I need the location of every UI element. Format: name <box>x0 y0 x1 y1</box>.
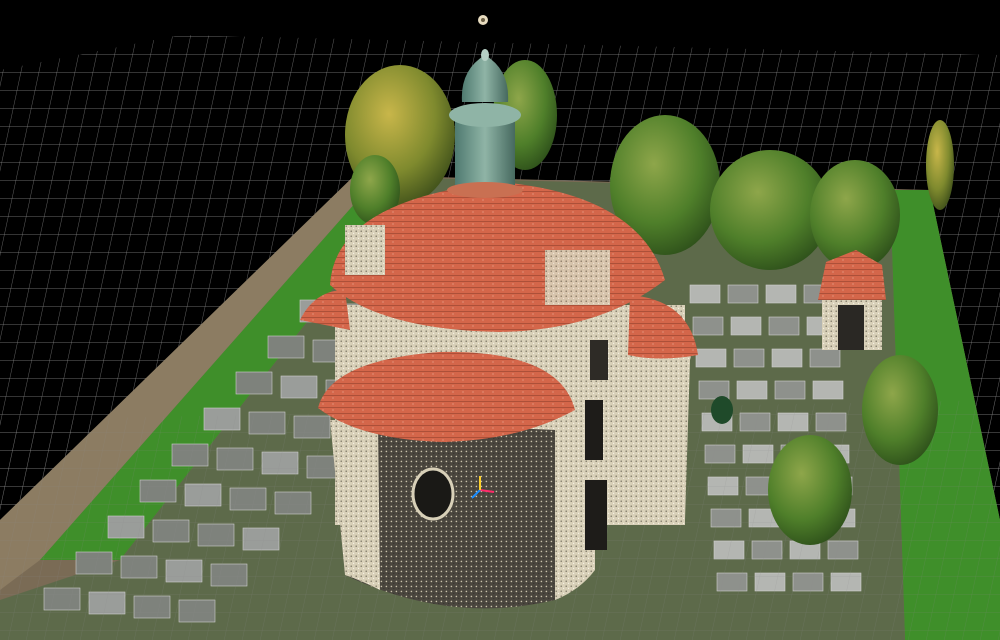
grave-slab <box>733 348 765 368</box>
grave-slab <box>812 380 844 400</box>
grave-slab <box>771 348 803 368</box>
grave-slab <box>692 316 724 336</box>
tree-thin-right <box>926 120 954 210</box>
grave-slab <box>267 335 305 359</box>
oculus-window <box>411 467 455 521</box>
grave-slab <box>280 375 318 399</box>
grave-slab <box>698 380 730 400</box>
grave-slab <box>768 316 800 336</box>
grave-slab <box>765 284 797 304</box>
grave-slab <box>774 380 806 400</box>
tree-front-right <box>768 435 852 545</box>
grave-slab <box>695 348 727 368</box>
pivot-marker[interactable] <box>478 15 488 25</box>
grave-slab <box>689 284 721 304</box>
grave-slab <box>730 316 762 336</box>
3d-viewport[interactable] <box>0 0 1000 640</box>
grave-slab <box>235 371 273 395</box>
small-tomb-building <box>818 250 886 350</box>
grave-slab <box>736 380 768 400</box>
point-cloud-scene[interactable] <box>0 0 1000 640</box>
grave-slab <box>727 284 759 304</box>
grave-slab <box>809 348 841 368</box>
